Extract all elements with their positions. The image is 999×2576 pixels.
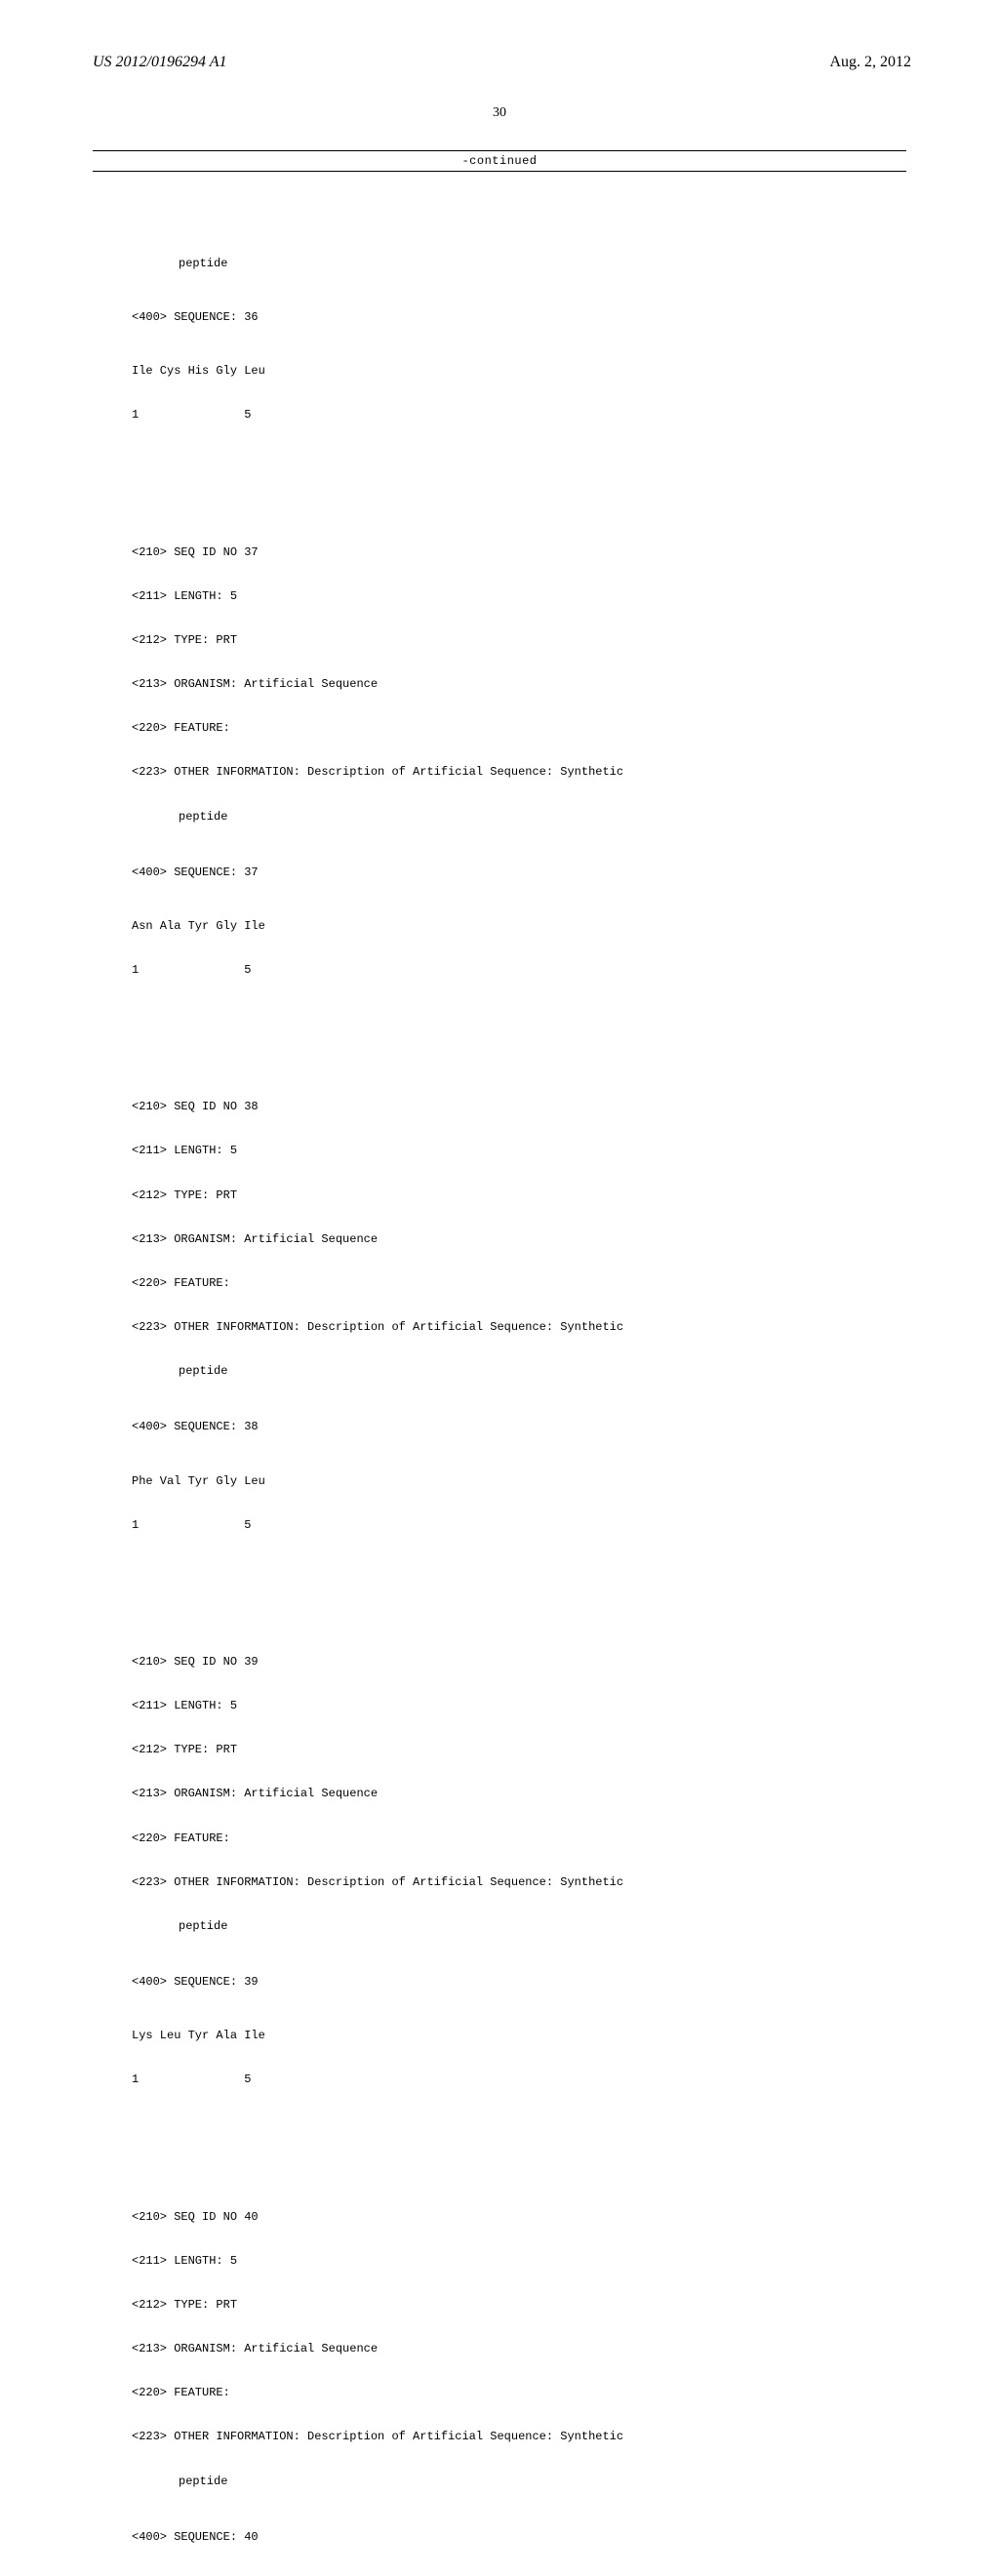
sequence-residues: Lys Leu Tyr Ala Ile — [132, 2029, 906, 2042]
page-number: 30 — [0, 105, 999, 121]
sequence-400: <400> SEQUENCE: 36 — [132, 310, 906, 324]
sequence-residues: Ile Cys His Gly Leu — [132, 364, 906, 378]
sequence-block-37: <210> SEQ ID NO 37 <211> LENGTH: 5 <212>… — [132, 517, 906, 1006]
seq-header-212: <212> TYPE: PRT — [132, 633, 906, 647]
peptide-label: peptide — [132, 1919, 906, 1933]
seq-header-220: <220> FEATURE: — [132, 721, 906, 735]
seq-header-213: <213> ORGANISM: Artificial Sequence — [132, 1787, 906, 1800]
seq-header-220: <220> FEATURE: — [132, 1831, 906, 1845]
seq-header-210: <210> SEQ ID NO 37 — [132, 545, 906, 559]
sequence-block-40: <210> SEQ ID NO 40 <211> LENGTH: 5 <212>… — [132, 2182, 906, 2576]
sequence-block-36: peptide <400> SEQUENCE: 36 Ile Cys His G… — [132, 228, 906, 450]
page-header: US 2012/0196294 A1 Aug. 2, 2012 — [0, 0, 999, 81]
seq-header-223: <223> OTHER INFORMATION: Description of … — [132, 2430, 906, 2443]
sequence-positions: 1 5 — [132, 963, 906, 977]
seq-header-211: <211> LENGTH: 5 — [132, 2254, 906, 2268]
seq-header-212: <212> TYPE: PRT — [132, 1188, 906, 1202]
seq-header-211: <211> LENGTH: 5 — [132, 1144, 906, 1157]
seq-header-211: <211> LENGTH: 5 — [132, 589, 906, 603]
sequence-residues: Phe Val Tyr Gly Leu — [132, 1474, 906, 1488]
sequence-block-39: <210> SEQ ID NO 39 <211> LENGTH: 5 <212>… — [132, 1627, 906, 2115]
peptide-label: peptide — [132, 810, 906, 824]
peptide-label: peptide — [132, 257, 906, 270]
seq-header-223: <223> OTHER INFORMATION: Description of … — [132, 1875, 906, 1889]
seq-header-220: <220> FEATURE: — [132, 1276, 906, 1290]
seq-header-213: <213> ORGANISM: Artificial Sequence — [132, 677, 906, 691]
sequence-400: <400> SEQUENCE: 39 — [132, 1975, 906, 1989]
sequence-residues: Asn Ala Tyr Gly Ile — [132, 919, 906, 933]
seq-header-220: <220> FEATURE: — [132, 2386, 906, 2399]
sequence-400: <400> SEQUENCE: 40 — [132, 2530, 906, 2544]
seq-header-223: <223> OTHER INFORMATION: Description of … — [132, 765, 906, 779]
sequence-positions: 1 5 — [132, 2073, 906, 2086]
seq-header-213: <213> ORGANISM: Artificial Sequence — [132, 2342, 906, 2355]
seq-header-210: <210> SEQ ID NO 38 — [132, 1100, 906, 1113]
publication-date: Aug. 2, 2012 — [829, 54, 911, 71]
seq-header-212: <212> TYPE: PRT — [132, 1743, 906, 1756]
sequence-block-38: <210> SEQ ID NO 38 <211> LENGTH: 5 <212>… — [132, 1071, 906, 1560]
seq-header-211: <211> LENGTH: 5 — [132, 1699, 906, 1712]
peptide-label: peptide — [132, 1364, 906, 1378]
seq-header-210: <210> SEQ ID NO 40 — [132, 2210, 906, 2224]
sequence-positions: 1 5 — [132, 1518, 906, 1532]
peptide-label: peptide — [132, 2475, 906, 2488]
seq-header-213: <213> ORGANISM: Artificial Sequence — [132, 1232, 906, 1246]
sequence-400: <400> SEQUENCE: 38 — [132, 1420, 906, 1433]
sequence-positions: 1 5 — [132, 408, 906, 422]
continued-wrapper: -continued — [93, 150, 906, 172]
sequence-listing: peptide <400> SEQUENCE: 36 Ile Cys His G… — [132, 186, 906, 2576]
seq-header-223: <223> OTHER INFORMATION: Description of … — [132, 1320, 906, 1334]
continued-label: -continued — [93, 150, 906, 172]
publication-number: US 2012/0196294 A1 — [93, 54, 226, 71]
seq-header-212: <212> TYPE: PRT — [132, 2298, 906, 2312]
seq-header-210: <210> SEQ ID NO 39 — [132, 1655, 906, 1669]
sequence-400: <400> SEQUENCE: 37 — [132, 865, 906, 879]
